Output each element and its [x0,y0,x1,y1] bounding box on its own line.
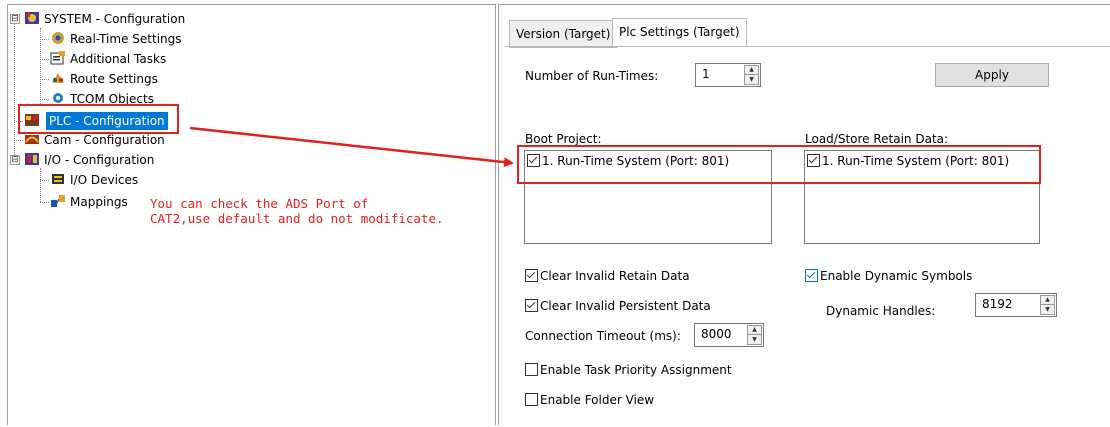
annotation-arrow [189,126,514,168]
